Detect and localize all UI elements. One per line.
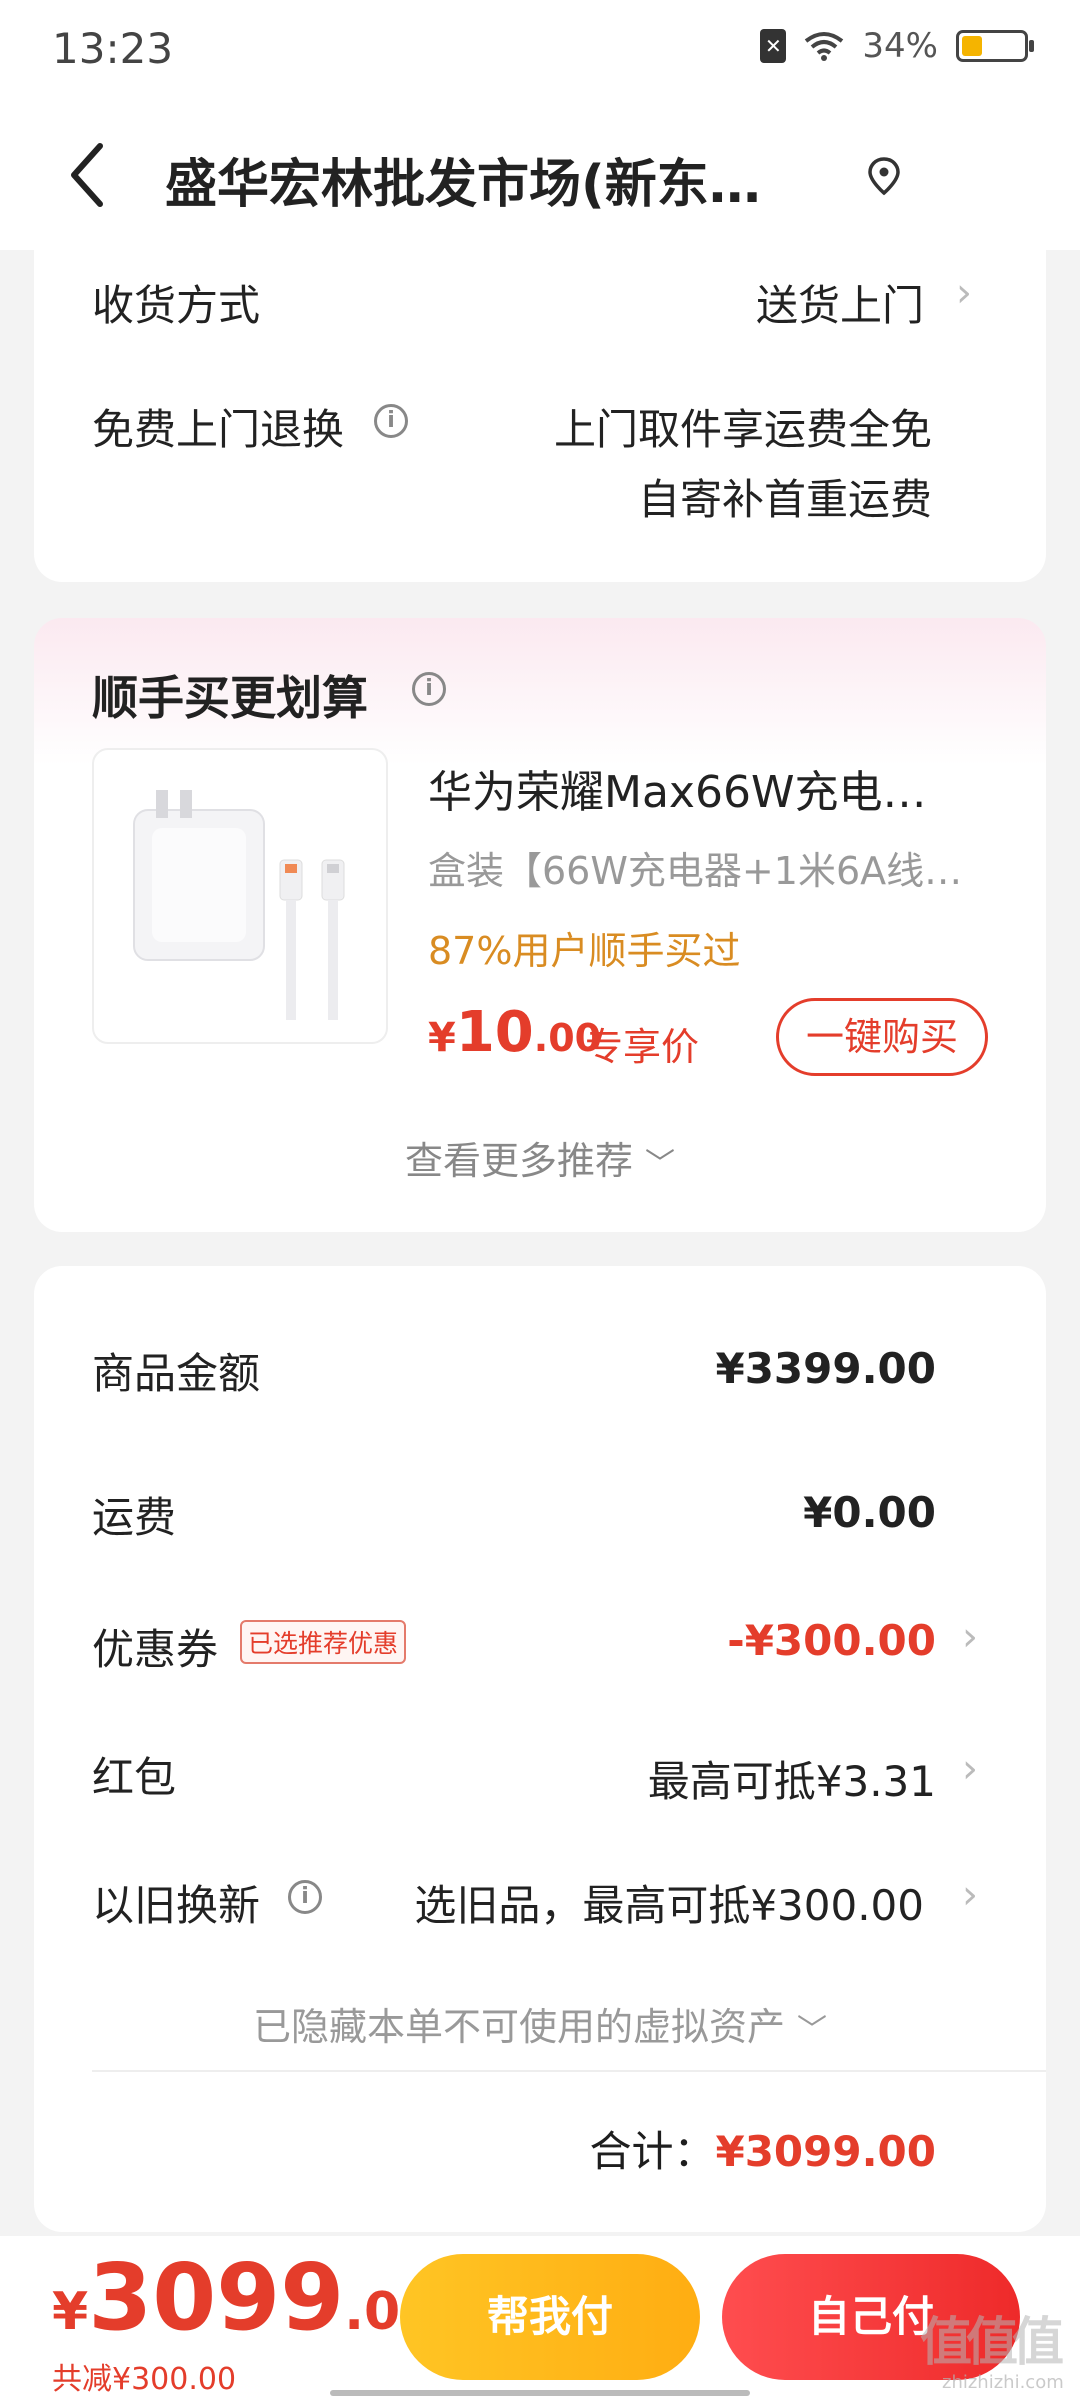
chevron-down-icon: ﹀ <box>797 2013 828 2048</box>
product-spec: 盒装【66W充电器+1米6A线… <box>428 849 963 893</box>
order-total: 合计：¥3099.00 <box>589 2118 936 2179</box>
more-recommendations-label: 查看更多推荐 <box>404 1139 633 1183</box>
shipping-label: 运费 <box>92 1493 177 1542</box>
delivery-method-value[interactable]: 送货上门 <box>756 272 924 333</box>
info-icon[interactable]: i <box>374 404 408 438</box>
goods-amount-value: ¥3399.00 <box>715 1344 936 1393</box>
hidden-assets-link[interactable]: 已隐藏本单不可使用的虚拟资产 ﹀ <box>0 1996 1080 2051</box>
battery-icon <box>956 30 1034 62</box>
delivery-method-label: 收货方式 <box>92 281 261 330</box>
free-return-line1: 上门取件享运费全免 <box>553 405 932 454</box>
chevron-right-icon[interactable]: › <box>962 1872 978 1918</box>
location-pin-icon[interactable] <box>866 156 902 196</box>
chevron-right-icon[interactable]: › <box>956 270 972 316</box>
red-packet-value[interactable]: 最高可抵¥3.31 <box>648 1748 936 1809</box>
free-return-label: 免费上门退换 <box>92 405 345 454</box>
total-label: 合计： <box>589 2127 716 2176</box>
chevron-right-icon[interactable]: › <box>962 1746 978 1792</box>
total-value: ¥3099.00 <box>715 2127 936 2176</box>
one-click-buy-button[interactable]: 一键购买 <box>776 998 988 1076</box>
coupon-value[interactable]: -¥300.00 <box>727 1616 936 1665</box>
hidden-assets-label: 已隐藏本单不可使用的虚拟资产 <box>252 2005 785 2049</box>
sim-icon: ✕ <box>760 29 787 63</box>
price-integer: 10 <box>455 1000 534 1065</box>
coupon-recommend-tag: 已选推荐优惠 <box>240 1620 407 1664</box>
red-packet-label: 红包 <box>92 1753 177 1802</box>
divider <box>92 2070 1046 2072</box>
free-return-line2: 自寄补首重运费 <box>637 475 932 524</box>
bundle-title: 顺手买更划算 <box>92 671 368 725</box>
info-icon[interactable]: i <box>412 672 446 706</box>
watermark-logo: 值值值 <box>920 2313 1064 2373</box>
watermark-url: zhizhizhi.com <box>942 2372 1064 2393</box>
battery-percent: 34% <box>862 26 938 66</box>
back-icon[interactable] <box>62 140 112 210</box>
product-stat: 87%用户顺手买过 <box>428 929 741 973</box>
info-icon[interactable]: i <box>288 1880 322 1914</box>
chevron-down-icon: ﹀ <box>645 1147 676 1182</box>
wifi-icon <box>805 32 844 61</box>
battery-level <box>962 36 982 56</box>
product-price: ¥10.00 <box>428 1000 601 1065</box>
status-icons: ✕ 34% <box>760 26 1034 66</box>
product-image[interactable] <box>92 748 388 1044</box>
more-recommendations-link[interactable]: 查看更多推荐 ﹀ <box>0 1130 1080 1185</box>
price-symbol: ¥ <box>428 1015 456 1061</box>
product-name[interactable]: 华为荣耀Max66W充电… <box>428 756 988 820</box>
coupon-label: 优惠券 <box>92 1625 219 1674</box>
page-title: 盛华宏林批发市场(新东… <box>165 155 761 215</box>
shipping-value: ¥0.00 <box>803 1488 936 1537</box>
pay-amount-integer: 3099 <box>88 2244 345 2351</box>
price-tag: 专享价 <box>585 1025 700 1069</box>
charger-image <box>133 790 345 1020</box>
status-time: 13:23 <box>52 24 174 73</box>
chevron-right-icon[interactable]: › <box>962 1614 978 1660</box>
goods-amount-label: 商品金额 <box>92 1349 261 1398</box>
help-me-pay-button[interactable]: 帮我付 <box>400 2254 700 2380</box>
trade-in-value[interactable]: 选旧品，最高可抵¥300.00 <box>414 1872 924 1933</box>
pay-currency: ¥ <box>52 2282 89 2342</box>
home-indicator[interactable] <box>330 2390 750 2396</box>
pay-amount: ¥3099.00 <box>52 2244 436 2351</box>
trade-in-label: 以旧换新 <box>92 1881 261 1930</box>
total-saved: 共减¥300.00 <box>52 2362 237 2397</box>
